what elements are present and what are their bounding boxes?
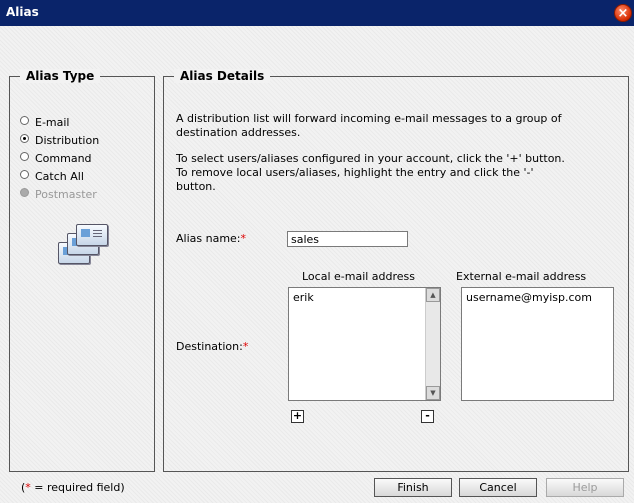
list-item[interactable]: erik [293, 291, 314, 304]
required-mark: * [240, 232, 247, 245]
description-line-2: destination addresses. [176, 126, 301, 139]
scroll-down-icon[interactable]: ▼ [426, 386, 440, 400]
local-address-header: Local e-mail address [302, 270, 416, 283]
window-title: Alias [6, 5, 39, 19]
scrollbar[interactable]: ▲ ▼ [425, 288, 440, 400]
description-line-4: To remove local users/aliases, highlight… [176, 166, 534, 179]
radio-postmaster: Postmaster [20, 188, 97, 201]
remove-button[interactable]: - [421, 410, 434, 423]
radio-catch-all[interactable]: Catch All [20, 170, 84, 183]
radio-distribution-indicator[interactable] [20, 134, 29, 143]
radio-email[interactable]: E-mail [20, 116, 70, 129]
radio-command-indicator[interactable] [20, 152, 29, 161]
radio-catch-all-label: Catch All [35, 170, 84, 183]
radio-email-label: E-mail [35, 116, 70, 129]
radio-catch-all-indicator[interactable] [20, 170, 29, 179]
alias-name-input[interactable] [287, 231, 408, 247]
radio-postmaster-label: Postmaster [35, 188, 97, 201]
external-address-field[interactable]: username@myisp.com [461, 287, 614, 401]
finish-button[interactable]: Finish [374, 478, 452, 497]
required-mark: * [242, 340, 249, 353]
address-cards-icon [58, 220, 110, 266]
external-address-value: username@myisp.com [466, 291, 592, 304]
description-line-5: button. [176, 180, 216, 193]
add-button[interactable]: + [291, 410, 304, 423]
help-button: Help [546, 478, 624, 497]
scroll-up-icon[interactable]: ▲ [426, 288, 440, 302]
external-address-header: External e-mail address [456, 270, 587, 283]
close-icon[interactable]: × [614, 4, 632, 22]
radio-postmaster-indicator [20, 188, 29, 197]
alias-type-legend: Alias Type [20, 69, 101, 83]
radio-distribution[interactable]: Distribution [20, 134, 99, 147]
alias-name-label: Alias name:* [176, 232, 246, 245]
card-icon [76, 224, 108, 246]
cancel-button[interactable]: Cancel [459, 478, 537, 497]
required-note-text: = required field) [30, 481, 125, 494]
description-line-1: A distribution list will forward incomin… [176, 112, 562, 125]
description-line-3: To select users/aliases configured in yo… [176, 152, 565, 165]
destination-label: Destination:* [176, 340, 248, 353]
destination-label-text: Destination: [176, 340, 243, 353]
required-field-note: (* = required field) [21, 481, 125, 494]
radio-command[interactable]: Command [20, 152, 92, 165]
alias-details-legend: Alias Details [174, 69, 271, 83]
alias-name-label-text: Alias name: [176, 232, 241, 245]
radio-command-label: Command [35, 152, 92, 165]
radio-distribution-label: Distribution [35, 134, 100, 147]
local-address-list[interactable]: erik ▲ ▼ [288, 287, 441, 401]
radio-email-indicator[interactable] [20, 116, 29, 125]
title-bar: Alias × [0, 0, 634, 26]
